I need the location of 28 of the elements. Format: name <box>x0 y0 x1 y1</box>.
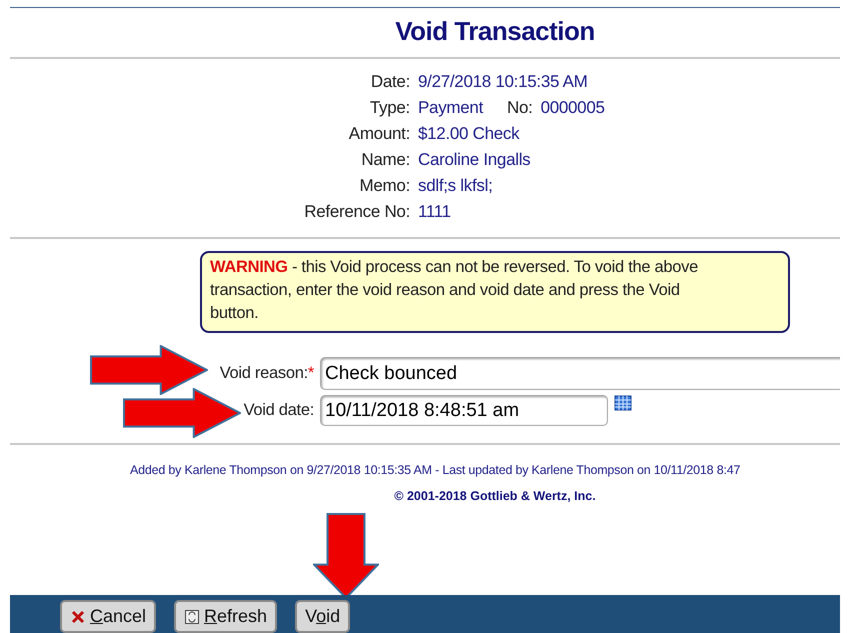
cancel-button[interactable]: Cancel <box>60 600 156 633</box>
input-field[interactable]: 10/11/2018 8:48:51 am <box>320 395 608 426</box>
field-value: 1111 <box>418 201 451 223</box>
warning-message: WARNING - this Void process can not be reversed. To void the above transaction, enter the void reason and void date and press the Void button. <box>200 251 790 333</box>
refresh-button[interactable]: Refresh <box>174 600 278 633</box>
field-value: $12.00 Check <box>418 123 520 145</box>
void-button[interactable]: Void <box>295 600 350 633</box>
field-label: Type: <box>368 97 410 119</box>
calendar-icon[interactable] <box>614 395 632 411</box>
input-field[interactable]: Check bounced <box>320 357 840 390</box>
field-value: 9/27/2018 10:15:35 AM <box>418 71 588 93</box>
field-value: Caroline Ingalls <box>418 149 530 171</box>
field-value: sdlf;s lkfsl; <box>418 175 493 197</box>
field-label: Memo: <box>358 175 410 197</box>
field-label: Amount: <box>348 123 410 145</box>
field-label: No: <box>507 97 533 119</box>
field-label: Name: <box>360 149 410 171</box>
field-value: Payment <box>418 97 483 119</box>
field-value: 0000005 <box>540 97 605 119</box>
copyright-text: © 2001-2018 Gottlieb & Wertz, Inc. <box>393 488 597 505</box>
audit-text: Added by Karlene Thompson on 9/27/2018 10:15:35 AM - Last updated by Karlene Thompson on 10/11/2018 8:47 <box>130 462 742 479</box>
field-label: Void date: <box>242 400 315 422</box>
field-label: Void reason:* <box>218 363 315 384</box>
close-icon <box>70 608 86 624</box>
field-label: Date: <box>370 71 410 93</box>
page-title: Void Transaction <box>394 16 596 46</box>
refresh-icon <box>184 608 200 624</box>
field-label: Reference No: <box>303 201 410 223</box>
